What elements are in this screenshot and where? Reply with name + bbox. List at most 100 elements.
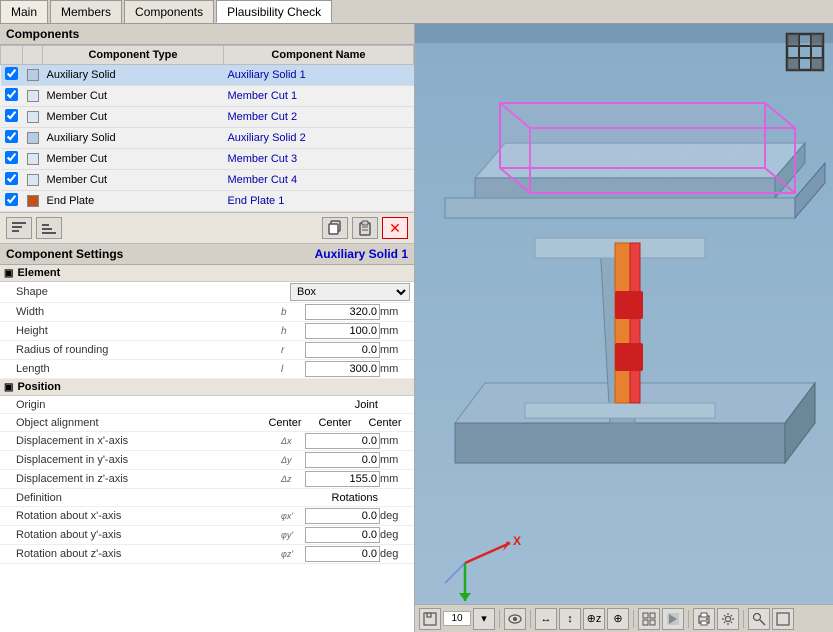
vp-ty-btn[interactable]: ↕	[559, 608, 581, 630]
table-row[interactable]: Auxiliary Solid Auxiliary Solid 2	[1, 128, 414, 149]
disp-y-label: Displacement in y'-axis	[16, 454, 281, 466]
radius-label: Radius of rounding	[16, 344, 281, 356]
vp-sep4	[688, 610, 689, 628]
row-type: Member Cut	[43, 149, 224, 170]
vp-tx-btn[interactable]: ↔	[535, 608, 557, 630]
rot-x-unit: deg	[380, 510, 410, 522]
svg-text:X: X	[513, 534, 521, 548]
disp-y-unit: mm	[380, 454, 410, 466]
vp-home-btn[interactable]	[419, 608, 441, 630]
row-name: Member Cut 3	[223, 149, 413, 170]
vp-settings-btn[interactable]	[717, 608, 739, 630]
table-row[interactable]: Member Cut Member Cut 4	[1, 170, 414, 191]
row-checkbox[interactable]	[1, 191, 23, 212]
table-row[interactable]: Auxiliary Solid Auxiliary Solid 1	[1, 65, 414, 86]
move-down-btn[interactable]	[36, 217, 62, 239]
tab-members[interactable]: Members	[50, 0, 122, 23]
row-color	[23, 170, 43, 191]
tab-bar: Main Members Components Plausibility Che…	[0, 0, 833, 24]
width-unit: mm	[380, 306, 410, 318]
settings-subtitle: Auxiliary Solid 1	[315, 247, 408, 261]
row-checkbox[interactable]	[1, 86, 23, 107]
vp-views-btn[interactable]	[638, 608, 660, 630]
vp-zoom-fit-btn[interactable]	[748, 608, 770, 630]
row-color	[23, 149, 43, 170]
position-group-label: Position	[17, 381, 60, 393]
color-swatch	[27, 132, 39, 144]
table-row[interactable]: Member Cut Member Cut 3	[1, 149, 414, 170]
paste-btn[interactable]	[352, 217, 378, 239]
disp-x-input[interactable]	[305, 433, 380, 449]
right-panel[interactable]: X Z ▾ ↔ ↕ ⊕z ⊕	[415, 24, 833, 632]
vp-render-btn[interactable]	[662, 608, 684, 630]
rot-y-input[interactable]	[305, 527, 380, 543]
tab-components[interactable]: Components	[124, 0, 214, 23]
vp-eye-btn[interactable]	[504, 608, 526, 630]
vp-tz-btn[interactable]: ⊕z	[583, 608, 605, 630]
element-collapse-icon[interactable]: ▣	[4, 268, 13, 279]
rot-z-symbol: φz'	[281, 549, 305, 559]
rot-z-label: Rotation about z'-axis	[16, 548, 281, 560]
vp-sep3	[633, 610, 634, 628]
rot-x-symbol: φx'	[281, 511, 305, 521]
row-name: End Plate 1	[223, 191, 413, 212]
rot-z-row: Rotation about z'-axis φz' deg	[0, 545, 414, 564]
row-checkbox[interactable]	[1, 170, 23, 191]
height-input[interactable]	[305, 323, 380, 339]
vp-zoom-dropdown[interactable]: ▾	[473, 608, 495, 630]
color-swatch	[27, 195, 39, 207]
row-checkbox[interactable]	[1, 128, 23, 149]
disp-y-row: Displacement in y'-axis Δy mm	[0, 451, 414, 470]
element-group-header[interactable]: ▣ Element	[0, 265, 414, 282]
vp-blank-btn[interactable]	[772, 608, 794, 630]
vp-rz-btn[interactable]: ⊕	[607, 608, 629, 630]
row-name: Member Cut 2	[223, 107, 413, 128]
move-up-btn[interactable]	[6, 217, 32, 239]
row-checkbox[interactable]	[1, 149, 23, 170]
rot-x-input[interactable]	[305, 508, 380, 524]
shape-select-container: Box Cylinder Sphere	[290, 283, 410, 301]
alignment-col1: Center	[260, 417, 310, 429]
height-symbol: h	[281, 326, 305, 337]
radius-input[interactable]	[305, 342, 380, 358]
rot-y-unit: deg	[380, 529, 410, 541]
width-input[interactable]	[305, 304, 380, 320]
row-type: End Plate	[43, 191, 224, 212]
row-type: Auxiliary Solid	[43, 128, 224, 149]
row-name: Auxiliary Solid 2	[223, 128, 413, 149]
length-label: Length	[16, 363, 281, 375]
position-collapse-icon[interactable]: ▣	[4, 382, 13, 393]
row-checkbox[interactable]	[1, 107, 23, 128]
length-input[interactable]	[305, 361, 380, 377]
table-row[interactable]: Member Cut Member Cut 1	[1, 86, 414, 107]
position-group-header[interactable]: ▣ Position	[0, 379, 414, 396]
vp-print-btn[interactable]	[693, 608, 715, 630]
delete-btn[interactable]: ✕	[382, 217, 408, 239]
table-row[interactable]: End Plate End Plate 1	[1, 191, 414, 212]
tab-plausibility[interactable]: Plausibility Check	[216, 0, 332, 23]
table-row[interactable]: Member Cut Member Cut 2	[1, 107, 414, 128]
components-scroll[interactable]: Component Type Component Name Auxiliary …	[0, 45, 414, 212]
row-color	[23, 128, 43, 149]
components-table: Component Type Component Name Auxiliary …	[0, 45, 414, 212]
radius-unit: mm	[380, 344, 410, 356]
alignment-row: Object alignment Center Center Center	[0, 414, 414, 432]
length-unit: mm	[380, 363, 410, 375]
col-check	[1, 46, 23, 65]
shape-select[interactable]: Box Cylinder Sphere	[290, 283, 410, 301]
settings-title: Component Settings	[6, 247, 123, 261]
color-swatch	[27, 174, 39, 186]
disp-y-input[interactable]	[305, 452, 380, 468]
row-checkbox[interactable]	[1, 65, 23, 86]
definition-label: Definition	[16, 492, 276, 504]
components-toolbar: ✕	[0, 212, 414, 244]
disp-z-input[interactable]	[305, 471, 380, 487]
rot-y-symbol: φy'	[281, 530, 305, 540]
radius-row: Radius of rounding r mm	[0, 341, 414, 360]
tab-main[interactable]: Main	[0, 0, 48, 23]
rot-z-input[interactable]	[305, 546, 380, 562]
origin-value: Joint	[300, 399, 380, 411]
vp-zoom-input[interactable]	[443, 611, 471, 626]
definition-row: Definition Rotations	[0, 489, 414, 507]
copy-btn[interactable]	[322, 217, 348, 239]
